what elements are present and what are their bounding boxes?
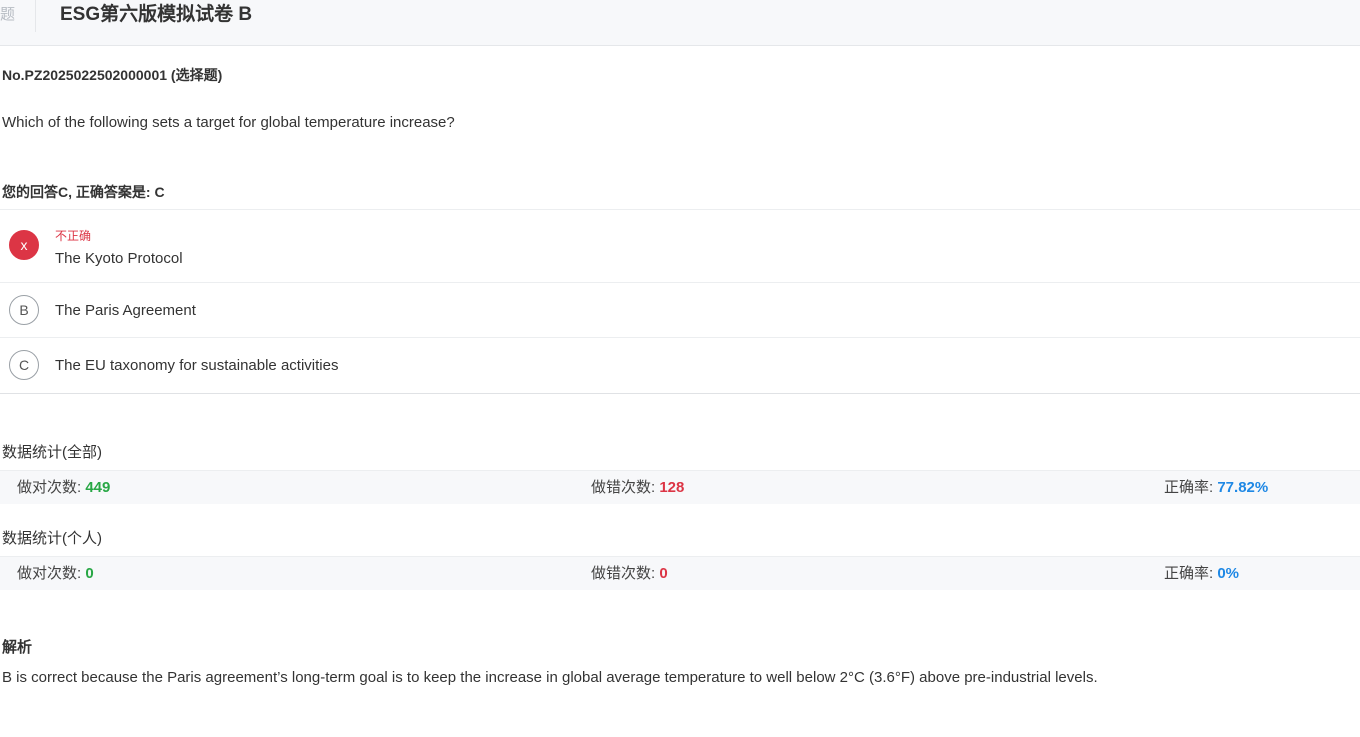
option-a[interactable]: x 不正确 The Kyoto Protocol bbox=[0, 210, 1360, 283]
stat-wrong-count: 做错次数: 128 bbox=[591, 479, 684, 497]
option-b[interactable]: B The Paris Agreement bbox=[0, 283, 1360, 338]
stat-label: 做对次数: bbox=[17, 479, 86, 496]
page-header: 题 ESG第六版模拟试卷 B bbox=[0, 0, 1360, 46]
stat-label: 做对次数: bbox=[17, 565, 86, 582]
question-text: Which of the following sets a target for… bbox=[2, 114, 455, 131]
wrong-mark-icon: x bbox=[9, 230, 39, 260]
option-letter-badge: C bbox=[9, 350, 39, 380]
question-number: No.PZ2025022502000001 (选择题) bbox=[2, 67, 223, 83]
stats-personal-title: 数据统计(个人) bbox=[2, 530, 102, 547]
option-list: x 不正确 The Kyoto Protocol B The Paris Agr… bbox=[0, 209, 1360, 394]
page-title: ESG第六版模拟试卷 B bbox=[60, 4, 253, 25]
option-text: The EU taxonomy for sustainable activiti… bbox=[55, 357, 339, 374]
stat-correct-count: 做对次数: 449 bbox=[17, 479, 110, 497]
stats-personal-bar: 做对次数: 0 做错次数: 0 正确率: 0% bbox=[0, 556, 1360, 590]
stat-correct-rate: 正确率: 0% bbox=[1164, 565, 1239, 583]
option-text: The Paris Agreement bbox=[55, 302, 196, 319]
stat-value: 0% bbox=[1217, 565, 1240, 582]
back-link[interactable]: 题 bbox=[0, 5, 15, 25]
stat-label: 正确率: bbox=[1164, 479, 1218, 496]
stat-label: 正确率: bbox=[1164, 565, 1218, 582]
stat-value: 449 bbox=[85, 479, 111, 496]
stat-correct-count: 做对次数: 0 bbox=[17, 565, 94, 583]
stat-value: 77.82% bbox=[1217, 479, 1269, 496]
stat-value: 0 bbox=[85, 565, 94, 582]
incorrect-label: 不正确 bbox=[55, 229, 92, 243]
stat-value: 0 bbox=[659, 565, 668, 582]
analysis-text: B is correct because the Paris agreement… bbox=[2, 669, 1098, 686]
option-letter-badge: B bbox=[9, 295, 39, 325]
option-text: The Kyoto Protocol bbox=[55, 250, 183, 267]
stats-all-bar: 做对次数: 449 做错次数: 128 正确率: 77.82% bbox=[0, 470, 1360, 504]
stat-label: 做错次数: bbox=[591, 479, 660, 496]
header-divider bbox=[35, 0, 36, 32]
stat-label: 做错次数: bbox=[591, 565, 660, 582]
stat-value: 128 bbox=[659, 479, 685, 496]
stat-wrong-count: 做错次数: 0 bbox=[591, 565, 668, 583]
option-c[interactable]: C The EU taxonomy for sustainable activi… bbox=[0, 338, 1360, 393]
analysis-title: 解析 bbox=[2, 639, 33, 656]
stat-correct-rate: 正确率: 77.82% bbox=[1164, 479, 1268, 497]
stats-all-title: 数据统计(全部) bbox=[2, 444, 102, 461]
answer-summary: 您的回答C, 正确答案是: C bbox=[2, 184, 165, 200]
